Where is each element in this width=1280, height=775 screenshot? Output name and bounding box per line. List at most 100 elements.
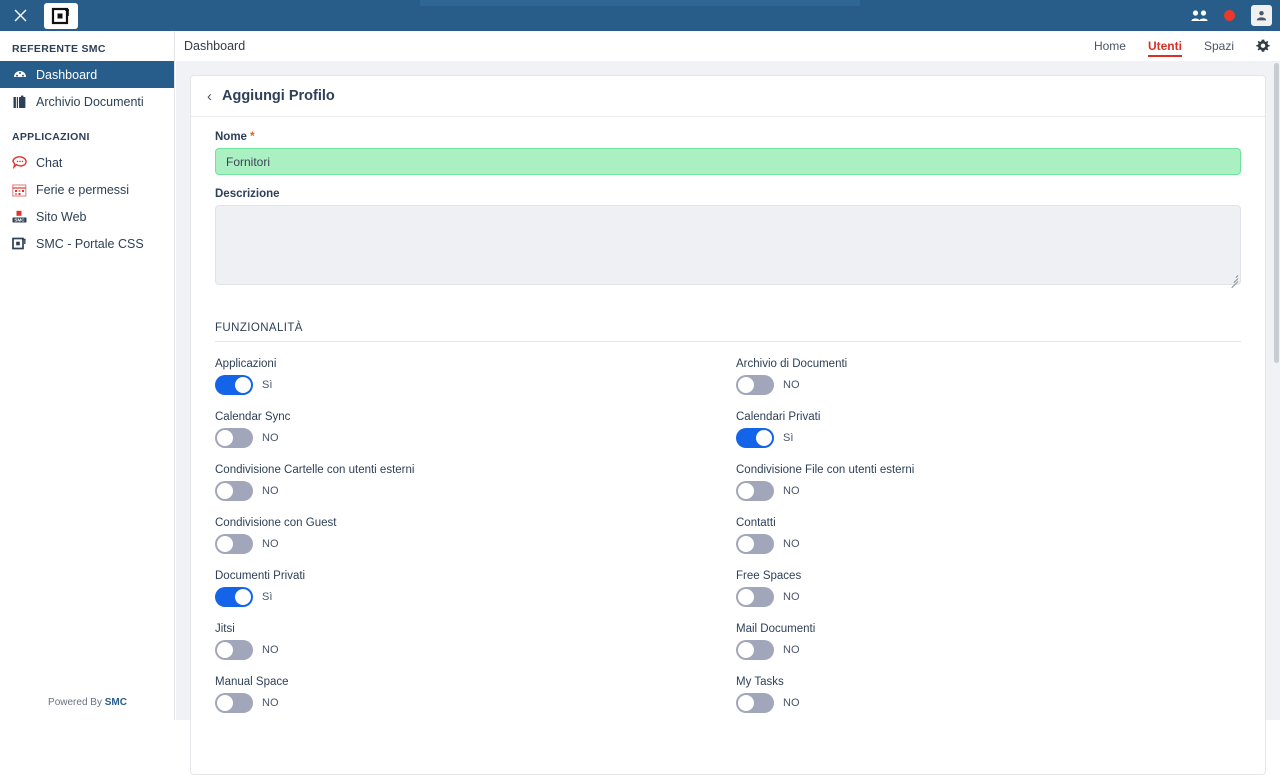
toggle-knob bbox=[217, 642, 233, 658]
toggle-cell: Condivisione con Guest NO bbox=[215, 517, 736, 570]
toggle-label: Calendari Privati bbox=[736, 411, 821, 423]
toggle-label: Jitsi bbox=[215, 623, 235, 635]
page-scrollbar[interactable] bbox=[1273, 61, 1280, 720]
toggle-knob bbox=[738, 695, 754, 711]
toggle-label: Archivio di Documenti bbox=[736, 358, 848, 370]
sidebar-item-ferie-e-permessi[interactable]: Ferie e permessi bbox=[0, 176, 174, 203]
archive-icon bbox=[12, 94, 27, 109]
toggle-cell: Calendar Sync NO bbox=[215, 411, 736, 464]
toggle-cell: Mail Documenti NO bbox=[736, 623, 1257, 676]
toggle-switch[interactable] bbox=[736, 640, 774, 660]
toggle-switch[interactable] bbox=[215, 693, 253, 713]
chevron-left-icon[interactable]: ‹ bbox=[207, 89, 212, 104]
sidebar-item-chat[interactable]: Chat bbox=[0, 149, 174, 176]
toggle-switch[interactable] bbox=[215, 640, 253, 660]
people-icon[interactable] bbox=[1191, 9, 1208, 22]
toggle-row: Sì bbox=[215, 587, 736, 607]
calendar-leave-glyph bbox=[12, 183, 27, 197]
tab-spazi[interactable]: Spazi bbox=[1204, 31, 1234, 61]
toggle-state-text: Sì bbox=[262, 591, 273, 603]
close-icon-glyph bbox=[14, 9, 26, 22]
toggle-switch[interactable] bbox=[736, 587, 774, 607]
toggle-row: NO bbox=[215, 534, 736, 554]
section-divider bbox=[215, 341, 1241, 342]
toggle-knob bbox=[235, 377, 251, 393]
scrollbar-thumb[interactable] bbox=[1274, 63, 1279, 363]
toggle-knob bbox=[738, 377, 754, 393]
sidebar-item-sito-web[interactable]: SMC Sito Web bbox=[0, 203, 174, 230]
sidebar-item-archivio-documenti[interactable]: Archivio Documenti bbox=[0, 88, 174, 115]
powered-by-text: Powered By bbox=[48, 697, 105, 708]
toggle-row: NO bbox=[215, 481, 736, 501]
form-area: Nome * Descrizione FUNZIONALITÀ Applicaz… bbox=[191, 117, 1265, 729]
toggle-cell: Documenti Privati Sì bbox=[215, 570, 736, 623]
website-glyph: SMC bbox=[12, 210, 27, 222]
toggle-switch[interactable] bbox=[736, 534, 774, 554]
sidebar-item-smc-portale-css[interactable]: SMC - Portale CSS bbox=[0, 230, 174, 257]
toggle-switch[interactable] bbox=[736, 428, 774, 448]
sidebar: REFERENTE SMC Dashboard Archivio Documen… bbox=[0, 31, 175, 720]
people-icon-glyph bbox=[1191, 10, 1208, 21]
toggle-switch[interactable] bbox=[736, 693, 774, 713]
sidebar-item-dashboard[interactable]: Dashboard bbox=[0, 61, 174, 88]
app-header bbox=[0, 0, 1280, 31]
toggle-row: NO bbox=[736, 640, 1257, 660]
page-title: Aggiungi Profilo bbox=[222, 88, 335, 104]
toggle-row: Sì bbox=[215, 375, 736, 395]
page-body: ‹ Aggiungi Profilo Nome * Descrizione FU… bbox=[176, 61, 1280, 775]
website-icon: SMC bbox=[12, 209, 27, 224]
toggle-cell: Manual Space NO bbox=[215, 676, 736, 729]
toggle-row: NO bbox=[215, 693, 736, 713]
toggle-label: Condivisione con Guest bbox=[215, 517, 337, 529]
toggle-switch[interactable] bbox=[215, 428, 253, 448]
toggle-label: Applicazioni bbox=[215, 358, 277, 370]
toggle-knob bbox=[217, 695, 233, 711]
powered-by-footer: Powered By SMC bbox=[0, 697, 175, 708]
nome-input[interactable] bbox=[215, 148, 1241, 175]
toggle-cell: Jitsi NO bbox=[215, 623, 736, 676]
user-avatar-icon[interactable] bbox=[1251, 5, 1272, 26]
toggle-label: Condivisione Cartelle con utenti esterni bbox=[215, 464, 415, 476]
toggle-label: Manual Space bbox=[215, 676, 289, 688]
toggle-label: Documenti Privati bbox=[215, 570, 306, 582]
toggle-row: Sì bbox=[736, 428, 1257, 448]
dashboard-glyph bbox=[13, 70, 26, 77]
sidebar-item-label: Dashboard bbox=[36, 67, 98, 82]
toggle-switch[interactable] bbox=[215, 534, 253, 554]
toggle-switch[interactable] bbox=[736, 481, 774, 501]
archive-glyph bbox=[13, 95, 26, 108]
content-card: ‹ Aggiungi Profilo Nome * Descrizione FU… bbox=[190, 75, 1266, 775]
smc-logo-glyph bbox=[51, 7, 69, 24]
record-dot-icon[interactable] bbox=[1224, 10, 1235, 21]
toggle-row: NO bbox=[736, 375, 1257, 395]
smc-portal-icon bbox=[12, 236, 27, 251]
close-icon[interactable] bbox=[0, 0, 40, 31]
toggle-row: NO bbox=[736, 481, 1257, 501]
smc-logo-icon[interactable] bbox=[44, 2, 78, 29]
calendar-leave-icon bbox=[12, 182, 27, 197]
tab-home[interactable]: Home bbox=[1094, 31, 1126, 61]
tab-utenti[interactable]: Utenti bbox=[1147, 31, 1182, 61]
toggle-switch[interactable] bbox=[736, 375, 774, 395]
toggle-row: NO bbox=[215, 640, 736, 660]
toggle-cell: Applicazioni Sì bbox=[215, 358, 736, 411]
toggle-state-text: Sì bbox=[783, 432, 794, 444]
top-navigation: Home Utenti Spazi bbox=[1094, 31, 1270, 61]
toggle-state-text: Sì bbox=[262, 379, 273, 391]
sidebar-item-label: Archivio Documenti bbox=[36, 94, 144, 109]
dashboard-icon bbox=[12, 67, 27, 82]
sidebar-section-applicazioni: APPLICAZIONI bbox=[12, 131, 90, 143]
descrizione-input[interactable] bbox=[215, 205, 1241, 285]
gear-icon[interactable] bbox=[1256, 31, 1270, 61]
chat-glyph bbox=[12, 156, 27, 169]
toggle-row: NO bbox=[215, 428, 736, 448]
svg-text:SMC: SMC bbox=[14, 217, 25, 222]
toggle-switch[interactable] bbox=[215, 587, 253, 607]
toggle-cell: Free Spaces NO bbox=[736, 570, 1257, 623]
toggle-cell: Condivisione File con utenti esterni NO bbox=[736, 464, 1257, 517]
avatar-glyph bbox=[1256, 11, 1267, 21]
toggle-switch[interactable] bbox=[215, 481, 253, 501]
toggle-switch[interactable] bbox=[215, 375, 253, 395]
required-marker: * bbox=[250, 131, 255, 143]
breadcrumb-item-dashboard[interactable]: Dashboard bbox=[184, 39, 245, 53]
